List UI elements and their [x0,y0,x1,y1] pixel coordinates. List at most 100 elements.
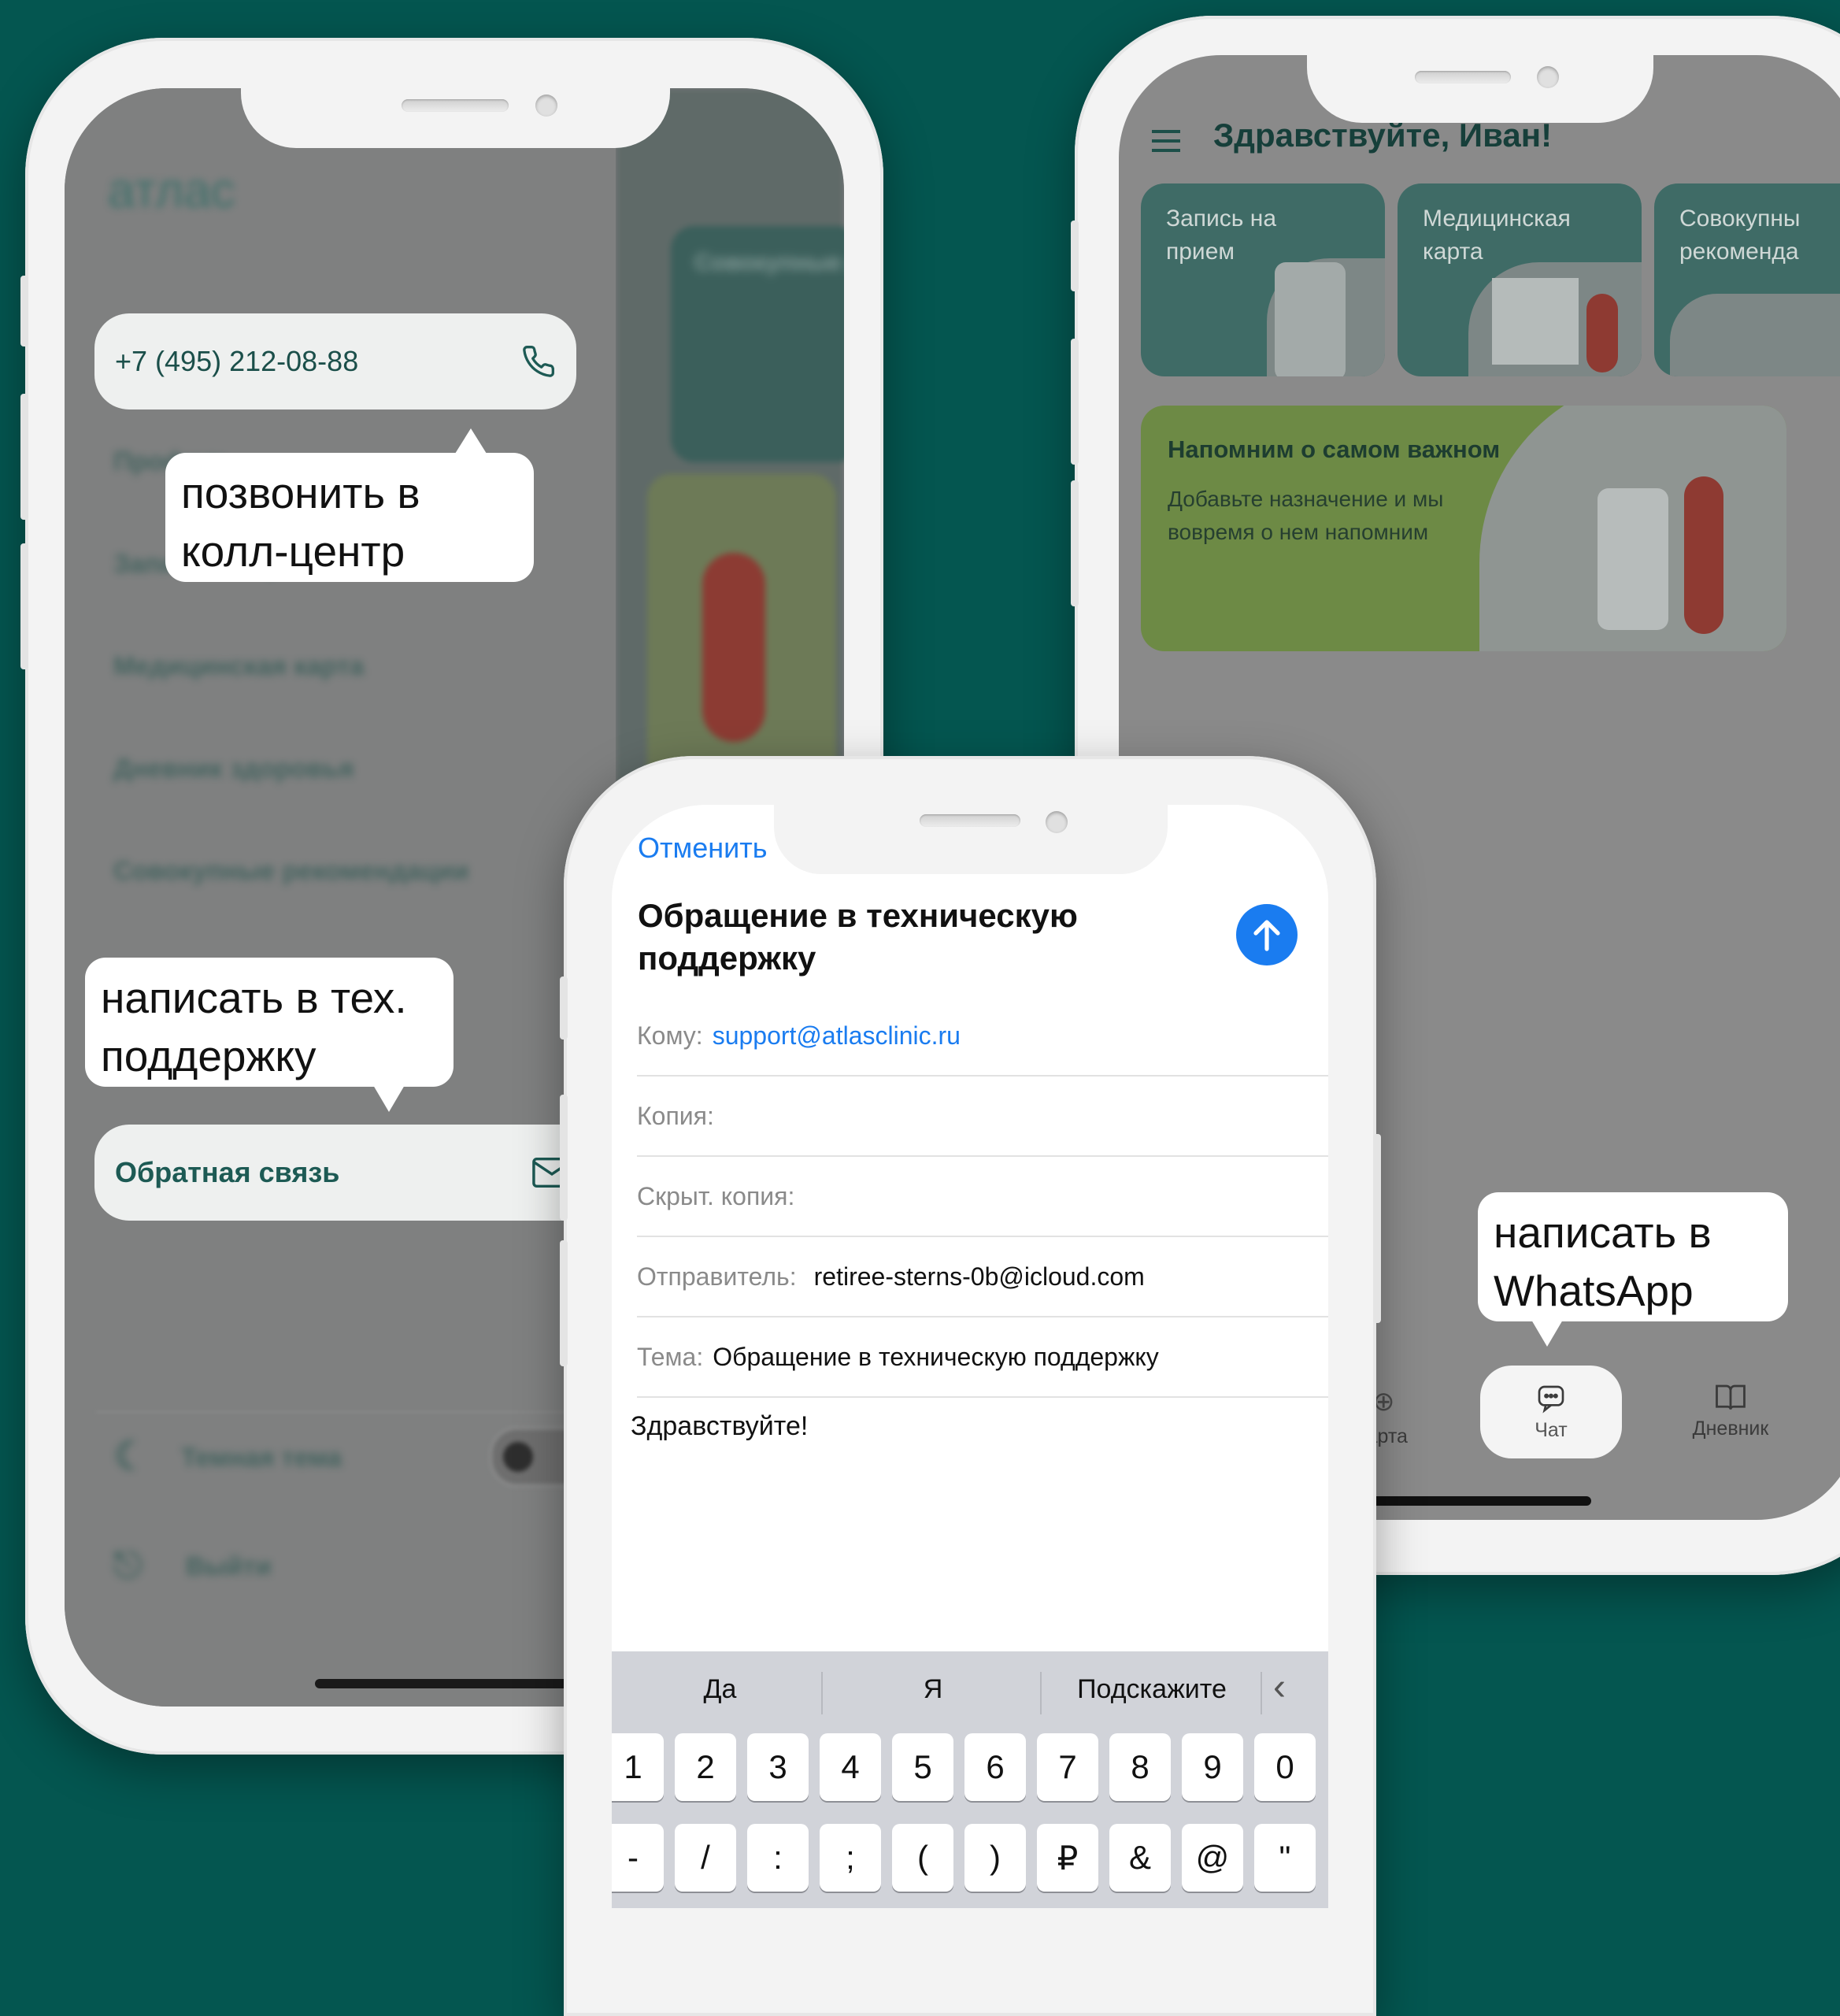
phone-illustration [1275,262,1346,376]
feedback-label: Обратная связь [115,1156,340,1188]
menu-icon[interactable] [1152,130,1180,152]
key[interactable]: & [1109,1824,1171,1892]
keyboard: Да Я Подскажите ‹ 1234567890 - /:;() ₽ & @ " [612,1651,1328,1908]
cc-label: Копия: [637,1101,714,1130]
middle-phone-button [560,1095,568,1221]
reminder-figure [1684,476,1723,634]
bcc-field[interactable]: Скрыт. копия: [637,1157,1328,1237]
left-notch [241,85,670,148]
middle-phone-button [560,1240,568,1366]
subject-value[interactable]: Обращение в техническую поддержку [713,1343,1158,1372]
toggle-knob [503,1442,533,1472]
key[interactable]: 6 [964,1733,1026,1801]
right-phone-button [1071,480,1079,606]
book-icon [1679,1383,1782,1418]
reminder-card[interactable]: Напомним о самом важном Добавьте назначе… [1141,406,1786,651]
feedback-card[interactable]: Обратная связь [94,1125,583,1221]
menu-item-recommendations[interactable]: Совокупные рекомендации [113,856,469,886]
right-notch [1307,52,1653,123]
mail-screen: Отменить Обращение в техническую поддерж… [612,805,1328,1908]
left-phone-button [20,543,28,669]
tile-illustration [1670,294,1840,376]
middle-speaker [920,814,1020,827]
board-illustration [1492,278,1579,365]
key[interactable]: - [612,1824,664,1892]
behind-card-title: Совокупные рекомендации [694,250,844,276]
key[interactable]: 7 [1037,1733,1098,1801]
arrow-up-icon [1253,920,1280,951]
from-value[interactable]: retiree-sterns-0b@icloud.com [814,1262,1145,1292]
key[interactable]: 0 [1254,1733,1316,1801]
support-callout: написать в тех. поддержку [85,958,454,1087]
dark-theme-label: Темная тема [181,1443,342,1472]
mail-body[interactable]: Здравствуйте! [631,1411,808,1442]
tile-medical-card[interactable]: Медицинская карта [1398,183,1642,376]
suggestion-1[interactable]: Да [612,1651,828,1727]
suggestion-2[interactable]: Я [823,1651,1043,1727]
behind-card: Совокупные рекомендации [671,226,844,462]
atlas-logo: атлас [108,164,235,218]
tile-title: Запись на прием [1166,206,1277,265]
call-center-card[interactable]: +7 (495) 212-08-88 [94,313,576,410]
cancel-button[interactable]: Отменить [638,832,768,865]
suggestion-3[interactable]: Подскажите [1042,1651,1262,1727]
key[interactable]: @ [1182,1824,1243,1892]
key[interactable]: " [1254,1824,1316,1892]
to-label: Кому: [637,1021,703,1050]
to-field[interactable]: Кому: support@atlasclinic.ru [637,996,1328,1077]
collapse-suggestions-icon[interactable]: ‹ [1273,1666,1286,1709]
cc-field[interactable]: Копия: [637,1077,1328,1157]
chat-icon [1480,1383,1622,1418]
key[interactable]: 8 [1109,1733,1171,1801]
left-speaker [402,99,509,112]
figure-illustration [1586,294,1618,372]
middle-phone-button [1373,1134,1381,1323]
moon-icon: ☾ [113,1434,149,1478]
key[interactable]: 1 [612,1733,664,1801]
subject-label: Тема: [637,1342,704,1371]
reminder-title: Напомним о самом важном [1168,435,1501,463]
mail-title: Обращение в техническую поддержку [638,897,1078,976]
behind-figure [702,553,765,742]
reminder-text: Добавьте назначение и мы вовремя о нем н… [1168,487,1444,544]
whatsapp-callout-tail [1531,1320,1563,1347]
phone-icon[interactable] [521,344,556,379]
right-camera [1537,66,1559,88]
tile-title: Совокупны рекоменда [1679,206,1801,265]
support-callout-tail [373,1085,405,1112]
tab-diary[interactable]: Дневник [1679,1383,1782,1446]
from-field[interactable]: Отправитель: retiree-sterns-0b@icloud.co… [637,1237,1328,1317]
middle-camera [1046,811,1068,833]
key[interactable]: ) [964,1824,1026,1892]
phone-number: +7 (495) 212-08-88 [115,345,359,377]
tile-appointment[interactable]: Запись на прием [1141,183,1385,376]
menu-item-health-diary[interactable]: Дневник здоровья [113,754,354,784]
key[interactable]: ; [820,1824,881,1892]
key[interactable]: 4 [820,1733,881,1801]
from-label: Отправитель: [637,1262,797,1291]
tab-chat[interactable]: Чат [1480,1366,1622,1458]
subject-field[interactable]: Тема: Обращение в техническую поддержку [637,1317,1328,1398]
tab-label-chat: Чат [1535,1419,1568,1441]
tile-title: Медицинская карта [1423,206,1571,265]
key[interactable]: 2 [675,1733,736,1801]
key[interactable]: 9 [1182,1733,1243,1801]
key[interactable]: : [747,1824,809,1892]
menu-item-medical-card[interactable]: Медицинская карта [113,651,364,681]
key[interactable]: ₽ [1037,1824,1098,1892]
right-phone-button [1071,220,1079,291]
key[interactable]: ( [892,1824,953,1892]
send-button[interactable] [1236,904,1298,965]
bcc-label: Скрыт. копия: [637,1181,795,1210]
key[interactable]: 5 [892,1733,953,1801]
left-camera [535,94,557,117]
right-phone-button [1071,339,1079,465]
right-speaker [1415,71,1511,83]
middle-phone-button [560,976,568,1040]
tile-recommendations[interactable]: Совокупны рекоменда [1654,183,1840,376]
key[interactable]: / [675,1824,736,1892]
to-value[interactable]: support@atlasclinic.ru [713,1021,961,1051]
logout-label[interactable]: Выйти [186,1551,272,1581]
tab-label-diary: Дневник [1692,1418,1769,1440]
key[interactable]: 3 [747,1733,809,1801]
